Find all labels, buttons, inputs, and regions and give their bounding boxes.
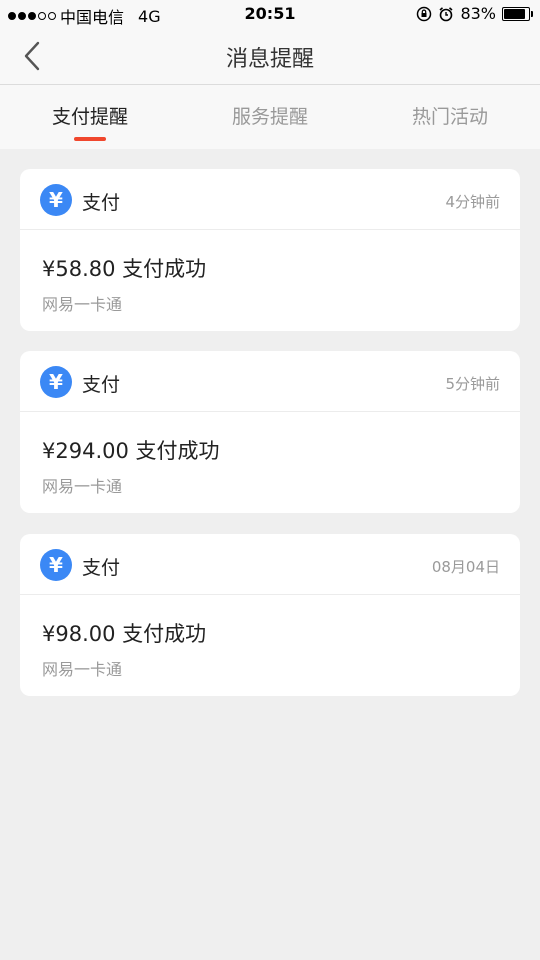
message-time: 08月04日 bbox=[431, 558, 500, 576]
tab-bar: 支付提醒 服务提醒 热门活动 bbox=[0, 85, 540, 149]
message-type: 支付 bbox=[82, 192, 121, 214]
message-time: 5分钟前 bbox=[445, 375, 500, 393]
alarm-icon bbox=[439, 6, 453, 21]
payment-source: 网易一卡通 bbox=[42, 477, 123, 496]
battery-icon bbox=[502, 6, 533, 21]
active-tab-indicator bbox=[74, 137, 106, 141]
payment-amount: ¥98.00 支付成功 bbox=[42, 622, 207, 646]
payment-amount: ¥294.00 支付成功 bbox=[42, 439, 220, 463]
yuan-icon: ¥ bbox=[40, 366, 72, 398]
yuan-icon: ¥ bbox=[40, 549, 72, 581]
message-type: 支付 bbox=[82, 557, 121, 579]
message-card[interactable]: ¥ 支付 08月04日 ¥98.00 支付成功 网易一卡通 bbox=[20, 534, 520, 696]
status-right: 83% bbox=[416, 4, 533, 23]
nav-bar: 消息提醒 bbox=[0, 28, 540, 85]
tab-hot-events[interactable]: 热门活动 bbox=[360, 85, 540, 149]
page-title: 消息提醒 bbox=[225, 47, 314, 72]
message-time: 4分钟前 bbox=[445, 193, 500, 211]
battery-percent: 83% bbox=[460, 4, 496, 23]
tab-service-reminder[interactable]: 服务提醒 bbox=[180, 85, 360, 149]
tab-payment-reminder[interactable]: 支付提醒 bbox=[0, 85, 180, 149]
rotation-lock-icon bbox=[417, 6, 432, 21]
tab-label: 服务提醒 bbox=[231, 106, 308, 128]
message-card[interactable]: ¥ 支付 5分钟前 ¥294.00 支付成功 网易一卡通 bbox=[20, 351, 520, 513]
tab-label: 热门活动 bbox=[411, 106, 488, 128]
payment-source: 网易一卡通 bbox=[42, 295, 123, 314]
card-header: ¥ 支付 5分钟前 bbox=[20, 351, 520, 412]
card-header: ¥ 支付 4分钟前 bbox=[20, 169, 520, 230]
payment-amount: ¥58.80 支付成功 bbox=[42, 257, 207, 281]
payment-source: 网易一卡通 bbox=[42, 660, 123, 679]
message-type: 支付 bbox=[82, 374, 121, 396]
message-card[interactable]: ¥ 支付 4分钟前 ¥58.80 支付成功 网易一卡通 bbox=[20, 169, 520, 331]
status-bar: 中国电信 4G 20:51 83% bbox=[0, 0, 540, 28]
card-header: ¥ 支付 08月04日 bbox=[20, 534, 520, 595]
yuan-icon: ¥ bbox=[40, 184, 72, 216]
